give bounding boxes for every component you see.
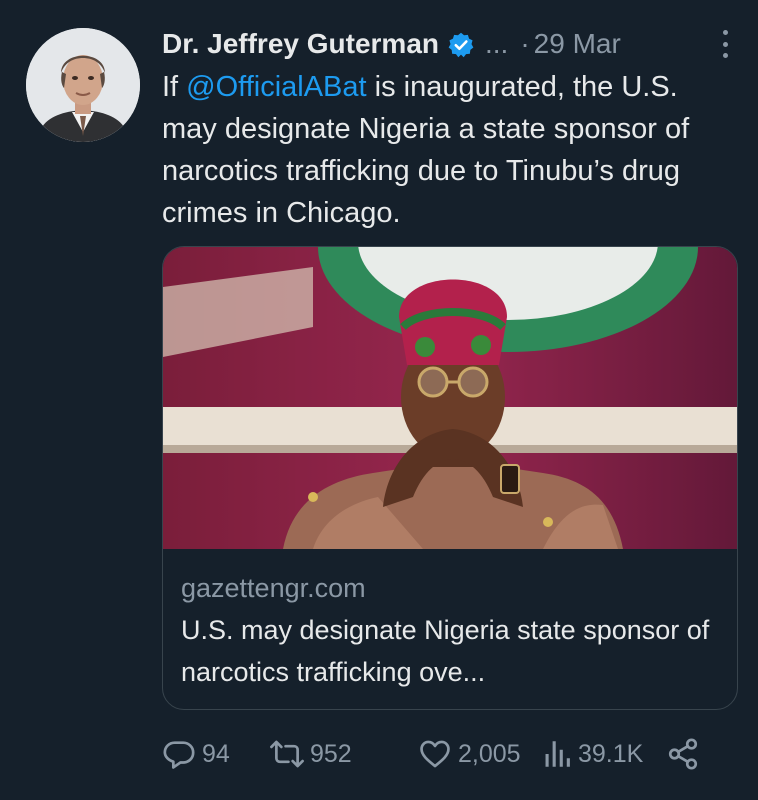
repost-button[interactable]: 952: [270, 737, 418, 771]
tweet-text: If @OfficialABat is inaugurated, the U.S…: [162, 66, 734, 234]
author-avatar[interactable]: [26, 28, 140, 142]
views-icon: [542, 737, 572, 771]
link-card[interactable]: gazettengr.com U.S. may designate Nigeri…: [162, 246, 738, 710]
tweet-timestamp[interactable]: 29 Mar: [534, 24, 621, 64]
share-button[interactable]: [666, 737, 700, 771]
views-button[interactable]: 39.1K: [542, 737, 666, 771]
card-domain: gazettengr.com: [181, 573, 366, 603]
verified-icon: [447, 30, 475, 58]
card-body: gazettengr.com U.S. may designate Nigeri…: [181, 569, 719, 693]
views-count: 39.1K: [578, 739, 644, 768]
mention-link[interactable]: @OfficialABat: [186, 71, 366, 103]
author-handle[interactable]: ...: [485, 24, 508, 64]
reply-button[interactable]: 94: [162, 737, 270, 771]
tweet-header: Dr. Jeffrey Guterman ... · 29 Mar: [162, 24, 730, 64]
repost-count: 952: [310, 739, 352, 768]
like-button[interactable]: 2,005: [418, 737, 542, 771]
card-image[interactable]: [163, 247, 737, 549]
tweet-text-prefix: If: [162, 71, 187, 103]
repost-icon: [270, 737, 304, 771]
share-icon: [666, 737, 700, 771]
author-name[interactable]: Dr. Jeffrey Guterman: [162, 24, 439, 64]
like-icon: [418, 737, 452, 771]
reply-icon: [162, 737, 196, 771]
like-count: 2,005: [458, 739, 521, 768]
header-separator: ·: [520, 28, 530, 59]
more-icon[interactable]: [720, 30, 730, 58]
reply-count: 94: [202, 739, 230, 768]
action-bar: 94 952 2,005 39.1K: [162, 734, 718, 774]
card-title[interactable]: U.S. may designate Nigeria state sponsor…: [181, 609, 719, 693]
